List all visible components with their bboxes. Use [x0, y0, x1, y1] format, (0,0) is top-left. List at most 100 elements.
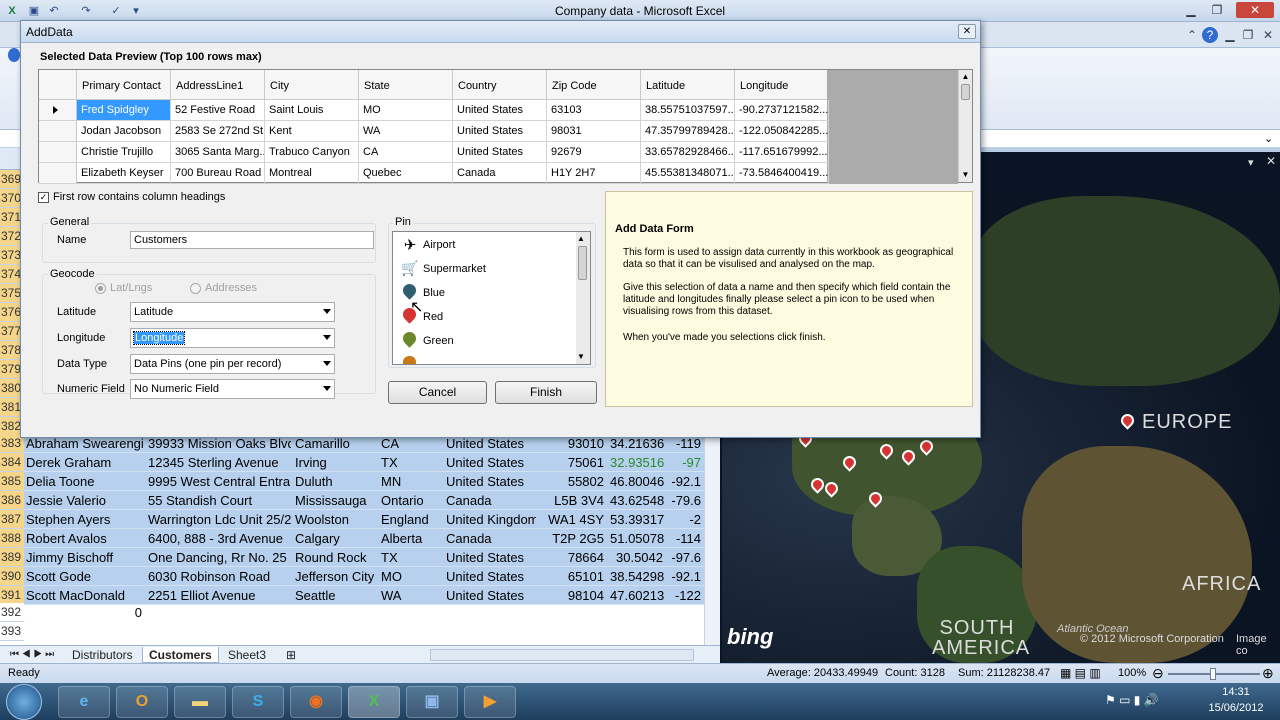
cancel-button[interactable]: Cancel	[388, 381, 487, 404]
cell-lat[interactable]: 43.62548	[608, 491, 666, 510]
cell-zip[interactable]: 78664	[537, 548, 607, 567]
cell-zip[interactable]: 75061	[537, 453, 607, 472]
finish-button[interactable]: Finish	[495, 381, 597, 404]
cell-addr[interactable]: 6030 Robinson Road	[146, 567, 291, 586]
grid-cell[interactable]: H1Y 2H7	[547, 163, 641, 184]
grid-cell[interactable]: 3065 Santa Marg...	[171, 142, 265, 163]
cell-country[interactable]: United States	[444, 548, 536, 567]
cell-zip[interactable]: 65101	[537, 567, 607, 586]
cell-city[interactable]: Seattle	[293, 586, 378, 605]
horizontal-scrollbar[interactable]	[430, 649, 694, 661]
media-taskbar-icon[interactable]: ▶	[464, 686, 516, 718]
grid-column-header[interactable]: AddressLine1	[171, 70, 265, 100]
cell-lng[interactable]: -97.6	[668, 548, 704, 567]
cell-addr[interactable]: 12345 Sterling Avenue	[146, 453, 291, 472]
cell-lng[interactable]: -114	[668, 529, 704, 548]
grid-cell[interactable]: -90.2737121582...	[735, 100, 829, 121]
cell-addr[interactable]: 2251 Elliot Avenue	[146, 586, 291, 605]
cell-state[interactable]: Ontario	[379, 491, 441, 510]
cell-lng[interactable]: -92.1	[668, 472, 704, 491]
row-number[interactable]: 386	[0, 491, 24, 510]
skype-taskbar-icon[interactable]: S	[232, 686, 284, 718]
grid-cell[interactable]: Christie Trujillo	[77, 142, 171, 163]
help-icon[interactable]: ?	[1202, 27, 1218, 43]
grid-cell[interactable]: 47.35799789428...	[641, 121, 735, 142]
cell-zip[interactable]: WA1 4SY	[537, 510, 607, 529]
grid-cell[interactable]: 2583 Se 272nd St	[171, 121, 265, 142]
grid-cell[interactable]: -117.651679992...	[735, 142, 829, 163]
grid-cell[interactable]: Elizabeth Keyser	[77, 163, 171, 184]
cell-city[interactable]: Calgary	[293, 529, 378, 548]
cell-lng[interactable]: -79.6	[668, 491, 704, 510]
grid-column-header[interactable]: Latitude	[641, 70, 735, 100]
formula-expand-icon[interactable]: ⌄	[1264, 132, 1273, 145]
scroll-down-icon[interactable]: ▼	[577, 352, 585, 361]
grid-vertical-scrollbar[interactable]: ▲ ▼	[958, 70, 972, 182]
zoom-thumb[interactable]	[1210, 668, 1216, 680]
pin-list-scrollbar[interactable]: ▲ ▼	[576, 232, 590, 364]
cell-state[interactable]: MN	[379, 472, 441, 491]
cell-city[interactable]: Irving	[293, 453, 378, 472]
cell-lat[interactable]: 51.05078	[608, 529, 666, 548]
cell-addr[interactable]: One Dancing, Rr No. 25	[146, 548, 291, 567]
first-row-checkbox[interactable]: ✓	[38, 192, 49, 203]
grid-row-header[interactable]	[39, 100, 77, 121]
grid-column-header[interactable]: City	[265, 70, 359, 100]
cell-country[interactable]: United States	[444, 453, 536, 472]
maximize-button[interactable]: ❐	[1206, 2, 1228, 18]
row-number[interactable]: 385	[0, 472, 24, 491]
grid-row-header[interactable]	[39, 121, 77, 142]
cell-city[interactable]: Round Rock	[293, 548, 378, 567]
cell-zip[interactable]: 55802	[537, 472, 607, 491]
cell-city[interactable]: Duluth	[293, 472, 378, 491]
cell-name[interactable]: Robert Avalos	[24, 529, 144, 548]
cell-name[interactable]: Stephen Ayers	[24, 510, 144, 529]
cell-name[interactable]: Derek Graham	[24, 453, 144, 472]
cell-zip[interactable]: T2P 2G5	[537, 529, 607, 548]
cell-state[interactable]: England	[379, 510, 441, 529]
grid-cell[interactable]: CA	[359, 142, 453, 163]
grid-cell[interactable]: United States	[453, 100, 547, 121]
insert-sheet-icon[interactable]: ⊞	[280, 647, 302, 663]
cell-lat[interactable]: 46.80046	[608, 472, 666, 491]
grid-cell[interactable]: United States	[453, 142, 547, 163]
pin-option-supermarket[interactable]: Supermarket	[423, 263, 486, 275]
cell-name[interactable]: Scott Gode	[24, 567, 144, 586]
cell-name[interactable]: Jessie Valerio	[24, 491, 144, 510]
explorer-taskbar-icon[interactable]: ▬	[174, 686, 226, 718]
cell-city[interactable]: Jefferson City	[293, 567, 378, 586]
grid-column-header[interactable]: State	[359, 70, 453, 100]
view-buttons-icon[interactable]: ▦ ▤ ▥	[1060, 666, 1101, 680]
tab-distributors[interactable]: Distributors	[66, 647, 139, 663]
tab-customers[interactable]: Customers	[142, 647, 219, 663]
longitude-select[interactable]: Longitude	[130, 328, 335, 348]
cell-lng[interactable]: -97	[668, 453, 704, 472]
grid-cell[interactable]: Quebec	[359, 163, 453, 184]
grid-cell[interactable]: 700 Bureau Road	[171, 163, 265, 184]
cell-lng[interactable]: -92.1	[668, 567, 704, 586]
grid-cell[interactable]: Montreal	[265, 163, 359, 184]
grid-column-header[interactable]: Country	[453, 70, 547, 100]
cell-name[interactable]: Delia Toone	[24, 472, 144, 491]
cell-lat[interactable]: 30.5042	[608, 548, 666, 567]
zoom-out-icon[interactable]: ⊖	[1152, 665, 1164, 682]
ribbon-minimize-icon[interactable]: ⌃	[1184, 27, 1200, 43]
row-number[interactable]: 384	[0, 453, 24, 472]
cell-lng[interactable]: -2	[668, 510, 704, 529]
grid-cell[interactable]: Saint Louis	[265, 100, 359, 121]
cell-state[interactable]: WA	[379, 586, 441, 605]
grid-cell[interactable]: Fred Spidgley	[77, 100, 171, 121]
cell-zip[interactable]: L5B 3V4	[537, 491, 607, 510]
tray-icons[interactable]: ⚑ ▭ ▮ 🔊	[1105, 693, 1159, 707]
cell-city[interactable]: Mississauga	[293, 491, 378, 510]
datatype-select[interactable]: Data Pins (one pin per record)	[130, 354, 335, 374]
start-button[interactable]	[6, 684, 42, 720]
minimize-button[interactable]: ▁	[1180, 2, 1202, 18]
visual-studio-taskbar-icon[interactable]: ▣	[406, 686, 458, 718]
cell-lat[interactable]: 53.39317	[608, 510, 666, 529]
firefox-taskbar-icon[interactable]: ◉	[290, 686, 342, 718]
grid-cell[interactable]: WA	[359, 121, 453, 142]
grid-cell[interactable]: United States	[453, 121, 547, 142]
row-number[interactable]: 388	[0, 529, 24, 548]
row-number[interactable]: 390	[0, 567, 24, 586]
